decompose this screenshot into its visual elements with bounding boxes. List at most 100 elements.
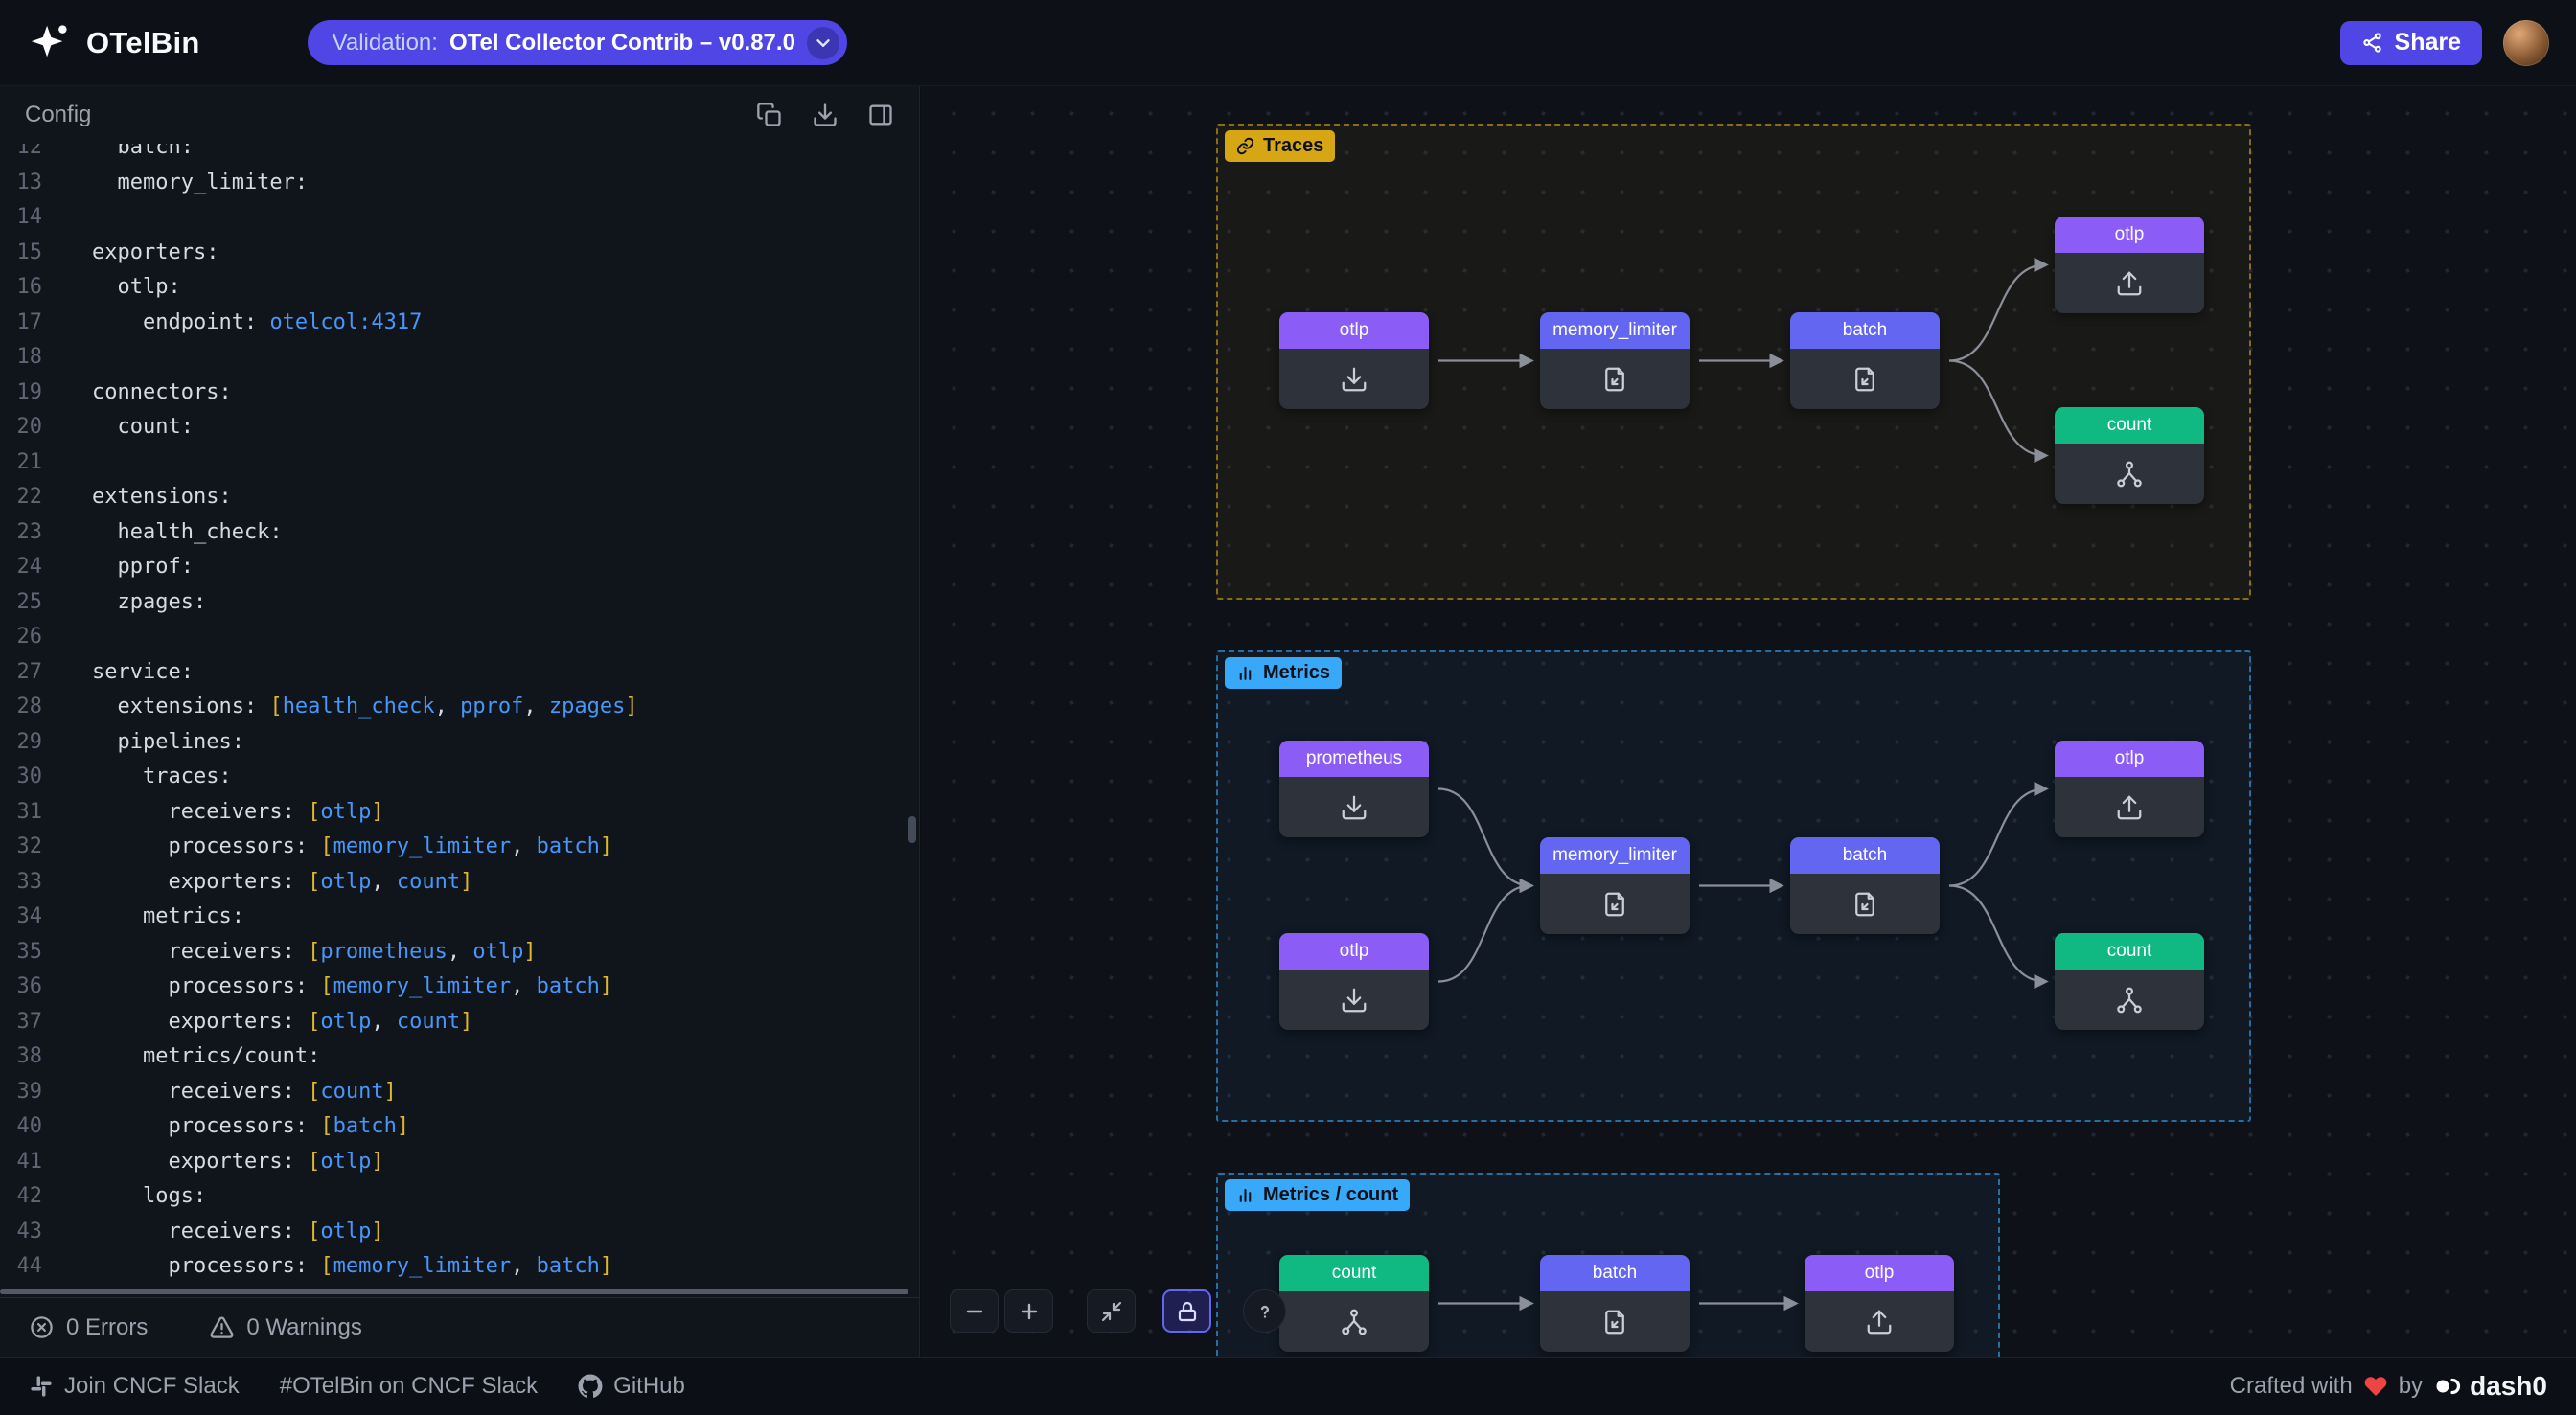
line-number: 16 xyxy=(0,270,67,306)
code-line[interactable]: 33 exporters: [otlp, count] xyxy=(0,865,919,901)
dash0-wordmark: dash0 xyxy=(2470,1371,2547,1402)
line-number: 20 xyxy=(0,410,67,445)
lock-button[interactable] xyxy=(1162,1289,1211,1333)
code-line[interactable]: 30 traces: xyxy=(0,760,919,795)
user-avatar[interactable] xyxy=(2503,20,2549,66)
code-text: logs: xyxy=(67,1179,206,1215)
code-line[interactable]: 24 pprof: xyxy=(0,550,919,585)
code-line[interactable]: 34 metrics: xyxy=(0,900,919,935)
code-text xyxy=(67,340,92,376)
download-config-button[interactable] xyxy=(812,102,839,128)
node-title: batch xyxy=(1790,837,1940,874)
footer-link-label: #OTelBin on CNCF Slack xyxy=(280,1373,538,1400)
pipeline-node-t-otlp-e[interactable]: otlp xyxy=(2055,217,2204,313)
zoom-in-button[interactable] xyxy=(1004,1289,1053,1333)
pipeline-node-t-batch[interactable]: batch xyxy=(1790,312,1940,409)
node-body xyxy=(2055,444,2204,504)
pipeline-node-mc-batch[interactable]: batch xyxy=(1540,1255,1690,1352)
code-text: exporters: [otlp] xyxy=(67,1145,384,1180)
warnings-label: 0 Warnings xyxy=(246,1314,362,1341)
zoom-out-button[interactable] xyxy=(950,1289,999,1333)
code-line[interactable]: 15exporters: xyxy=(0,236,919,271)
node-body xyxy=(2055,970,2204,1030)
node-title: otlp xyxy=(2055,741,2204,777)
github-icon xyxy=(578,1374,603,1399)
code-line[interactable]: 14 xyxy=(0,200,919,236)
pipeline-node-m-count[interactable]: count xyxy=(2055,933,2204,1030)
pipeline-edge xyxy=(1949,361,2045,456)
collapse-panel-icon xyxy=(867,102,894,128)
code-line[interactable]: 18 xyxy=(0,340,919,376)
node-body xyxy=(1790,349,1940,409)
editor-vertical-scrollbar[interactable] xyxy=(908,816,916,843)
code-line[interactable]: 28 extensions: [health_check, pprof, zpa… xyxy=(0,690,919,725)
otelbin-logo-link[interactable]: OTelBin xyxy=(27,21,200,65)
pipeline-node-m-batch[interactable]: batch xyxy=(1790,837,1940,934)
pipeline-node-m-mem[interactable]: memory_limiter xyxy=(1540,837,1690,934)
footer-links: Join CNCF Slack #OTelBin on CNCF Slack Git… xyxy=(29,1373,685,1400)
pipeline-node-mc-count[interactable]: count xyxy=(1279,1255,1429,1352)
code-line[interactable]: 41 exporters: [otlp] xyxy=(0,1145,919,1180)
dash0-link[interactable]: dash0 xyxy=(2433,1371,2547,1402)
pipeline-node-t-count[interactable]: count xyxy=(2055,407,2204,504)
help-button[interactable] xyxy=(1243,1289,1286,1333)
code-text: processors: [memory_limiter, batch] xyxy=(67,970,612,1005)
code-line[interactable]: 43 receivers: [otlp] xyxy=(0,1215,919,1250)
footer-link-label: GitHub xyxy=(613,1373,685,1400)
footer: Join CNCF Slack #OTelBin on CNCF Slack Git… xyxy=(0,1357,2576,1415)
footer-link-0[interactable]: Join CNCF Slack xyxy=(29,1373,240,1400)
code-lines: 12 batch:13 memory_limiter:1415exporters… xyxy=(0,144,919,1285)
code-line[interactable]: 42 logs: xyxy=(0,1179,919,1215)
processor-icon xyxy=(1851,890,1879,919)
pipeline-node-m-otlp-r[interactable]: otlp xyxy=(1279,933,1429,1030)
footer-link-1[interactable]: #OTelBin on CNCF Slack xyxy=(280,1373,538,1400)
line-number: 36 xyxy=(0,970,67,1005)
line-number: 37 xyxy=(0,1005,67,1040)
editor-horizontal-scrollbar[interactable] xyxy=(0,1289,908,1294)
code-line[interactable]: 27service: xyxy=(0,655,919,691)
copy-config-button[interactable] xyxy=(756,102,783,128)
pipeline-node-mc-otlp[interactable]: otlp xyxy=(1805,1255,1954,1352)
share-button[interactable]: Share xyxy=(2340,21,2482,65)
fit-view-button[interactable] xyxy=(1087,1289,1136,1333)
code-line[interactable]: 13 memory_limiter: xyxy=(0,166,919,201)
code-line[interactable]: 31 receivers: [otlp] xyxy=(0,795,919,831)
pipeline-node-m-otlp-e[interactable]: otlp xyxy=(2055,741,2204,837)
code-line[interactable]: 40 processors: [batch] xyxy=(0,1109,919,1145)
collapse-panel-button[interactable] xyxy=(867,102,894,128)
code-line[interactable]: 19connectors: xyxy=(0,376,919,411)
code-line[interactable]: 17 endpoint: otelcol:4317 xyxy=(0,306,919,341)
node-title: memory_limiter xyxy=(1540,312,1690,349)
app-name: OTelBin xyxy=(86,26,200,60)
footer-link-label: Join CNCF Slack xyxy=(64,1373,240,1400)
pipeline-node-m-prom[interactable]: prometheus xyxy=(1279,741,1429,837)
footer-link-2[interactable]: GitHub xyxy=(578,1373,685,1400)
code-line[interactable]: 20 count: xyxy=(0,410,919,445)
code-line[interactable]: 29 pipelines: xyxy=(0,725,919,761)
processor-icon xyxy=(1600,890,1629,919)
code-line[interactable]: 32 processors: [memory_limiter, batch] xyxy=(0,830,919,865)
code-line[interactable]: 35 receivers: [prometheus, otlp] xyxy=(0,935,919,970)
code-line[interactable]: 38 metrics/count: xyxy=(0,1039,919,1075)
code-line[interactable]: 36 processors: [memory_limiter, batch] xyxy=(0,970,919,1005)
pipeline-canvas[interactable]: TracesMetricsMetrics / count otlpmemory_… xyxy=(921,86,2576,1357)
code-line[interactable]: 23 health_check: xyxy=(0,515,919,551)
validation-dropdown[interactable]: Validation: OTel Collector Contrib – v0.… xyxy=(308,20,847,65)
connector-icon xyxy=(2115,986,2144,1015)
pipeline-edge xyxy=(1949,886,2045,982)
code-line[interactable]: 26 xyxy=(0,620,919,655)
code-line[interactable]: 16 otlp: xyxy=(0,270,919,306)
otelbin-logo-icon xyxy=(27,21,71,65)
pipeline-node-t-otlp-r[interactable]: otlp xyxy=(1279,312,1429,409)
pipeline-node-t-mem[interactable]: memory_limiter xyxy=(1540,312,1690,409)
code-line[interactable]: 21 xyxy=(0,445,919,481)
code-line[interactable]: 39 receivers: [count] xyxy=(0,1075,919,1110)
code-line[interactable]: 37 exporters: [otlp, count] xyxy=(0,1005,919,1040)
code-editor[interactable]: 12 batch:13 memory_limiter:1415exporters… xyxy=(0,144,919,1297)
node-title: batch xyxy=(1540,1255,1690,1291)
code-line[interactable]: 22extensions: xyxy=(0,480,919,515)
code-line[interactable]: 25 zpages: xyxy=(0,585,919,621)
code-line[interactable]: 44 processors: [memory_limiter, batch] xyxy=(0,1249,919,1285)
code-line[interactable]: 12 batch: xyxy=(0,144,919,166)
dash0-logo-icon xyxy=(2433,1372,2462,1401)
